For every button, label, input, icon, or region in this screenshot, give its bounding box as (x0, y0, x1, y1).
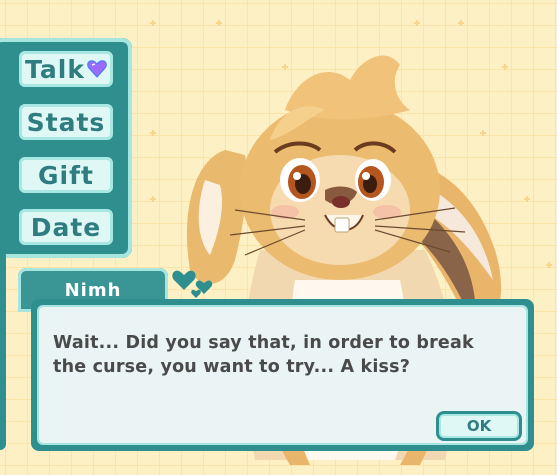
speaker-name: Nimh (64, 279, 122, 301)
heart-gem-icon (87, 60, 107, 78)
ok-button-label: OK (466, 417, 492, 435)
dialog-text: Wait... Did you say that, in order to br… (53, 333, 474, 377)
date-button[interactable]: Date (16, 206, 116, 248)
talk-button[interactable]: Talk (16, 48, 116, 90)
ok-button[interactable]: OK (436, 411, 522, 441)
menu-panel-edge (0, 250, 6, 450)
dialog-body: Wait... Did you say that, in order to br… (39, 307, 526, 443)
stats-button-label: Stats (26, 107, 106, 137)
gift-button[interactable]: Gift (16, 154, 116, 196)
gift-button-label: Gift (38, 160, 94, 190)
stats-button[interactable]: Stats (16, 101, 116, 143)
talk-button-label: Talk (25, 54, 85, 84)
dialog-box: Wait... Did you say that, in order to br… (31, 299, 534, 451)
hearts-icon (172, 270, 213, 298)
date-button-label: Date (30, 212, 102, 242)
